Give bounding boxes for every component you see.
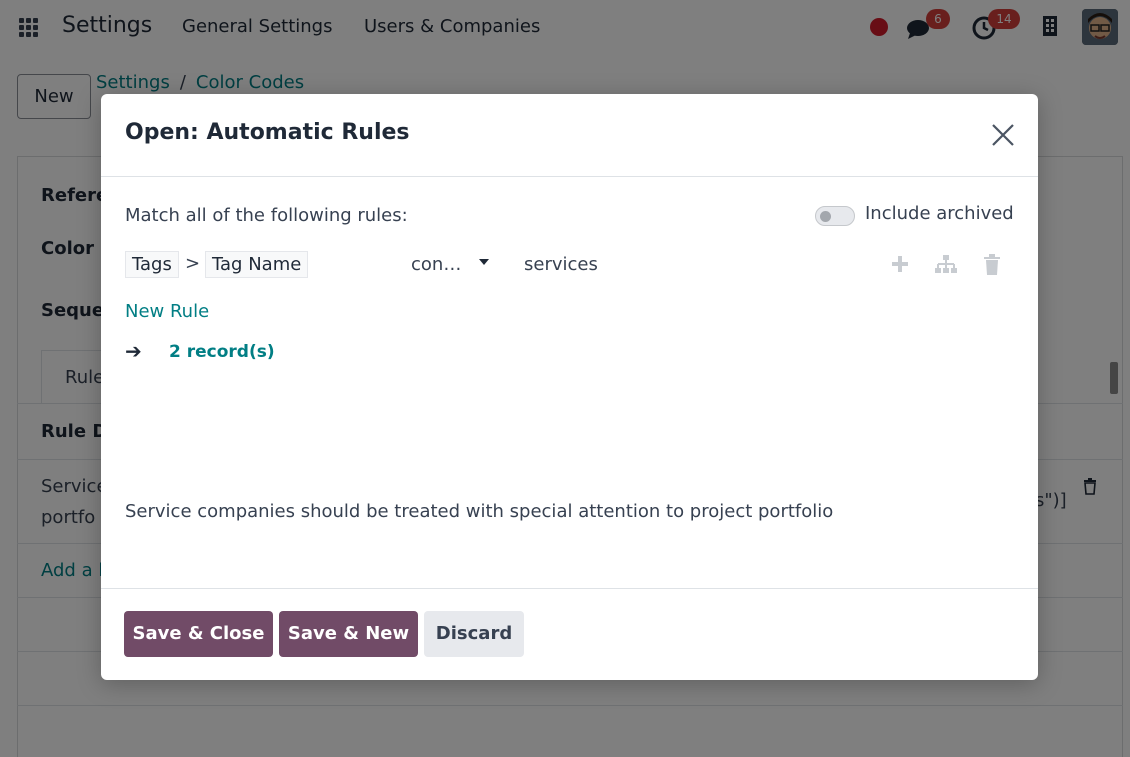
include-archived-label[interactable]: Include archived — [865, 203, 1014, 224]
field-path-tag-name[interactable]: Tag Name — [205, 251, 309, 278]
operator-select[interactable]: con… — [411, 254, 461, 275]
delete-rule-trash-icon[interactable] — [983, 254, 1001, 280]
rule-value-input[interactable]: services — [524, 254, 598, 275]
rule-description: Service companies should be treated with… — [125, 501, 834, 522]
matching-records-link[interactable]: 2 record(s) — [169, 342, 275, 362]
close-icon[interactable] — [990, 122, 1016, 148]
save-close-button[interactable]: Save & Close — [124, 611, 273, 657]
automatic-rules-dialog: Open: Automatic Rules Match all of the f… — [101, 94, 1038, 680]
add-rule-plus-icon[interactable] — [890, 254, 910, 278]
discard-button[interactable]: Discard — [424, 611, 524, 657]
save-new-button[interactable]: Save & New — [279, 611, 418, 657]
include-archived-toggle[interactable] — [815, 206, 855, 226]
path-separator-chevron: > — [185, 253, 201, 274]
match-rules-text: Match all of the following rules: — [125, 205, 408, 226]
add-branch-hierarchy-icon[interactable] — [934, 254, 958, 280]
operator-dropdown-icon[interactable] — [479, 259, 489, 265]
dialog-footer: Save & Close Save & New Discard — [101, 588, 1038, 680]
dialog-header: Open: Automatic Rules — [101, 94, 1038, 177]
dialog-title: Open: Automatic Rules — [125, 120, 410, 145]
arrow-right-icon: ➔ — [125, 339, 142, 363]
field-path-tags[interactable]: Tags — [125, 251, 179, 278]
new-rule-link[interactable]: New Rule — [125, 301, 209, 322]
